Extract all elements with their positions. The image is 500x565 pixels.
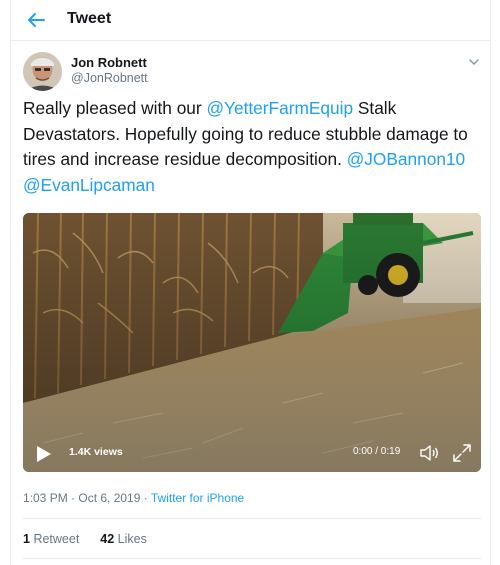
retweet-label: Retweet	[33, 532, 80, 546]
page-title: Tweet	[67, 10, 112, 27]
avatar[interactable]	[23, 52, 62, 91]
divider	[23, 558, 481, 559]
chevron-down-icon[interactable]	[467, 55, 481, 69]
likes-label: Likes	[117, 532, 147, 546]
page-header: Tweet	[11, 0, 490, 41]
retweet-stat[interactable]: 1 Retweet	[23, 532, 83, 546]
likes-count: 42	[100, 532, 115, 546]
view-count: 1.4K views	[69, 446, 123, 458]
divider	[23, 518, 481, 519]
video-frame	[23, 213, 481, 472]
tweet-meta: 1:03 PM · Oct 6, 2019 · Twitter for iPho…	[23, 491, 244, 505]
tweet-timestamp[interactable]: 1:03 PM · Oct 6, 2019	[23, 491, 140, 505]
video-player[interactable]: 1.4K views 0:00 / 0:19	[23, 213, 481, 472]
volume-icon[interactable]	[419, 442, 441, 464]
mention-link[interactable]: @YetterFarmEquip	[206, 98, 353, 118]
mention-link[interactable]: @JOBannon10	[347, 149, 465, 169]
play-icon[interactable]	[36, 445, 52, 463]
mention-link[interactable]: @EvanLipcaman	[23, 175, 155, 195]
back-arrow-icon[interactable]	[25, 9, 47, 31]
retweet-count: 1	[23, 532, 30, 546]
meta-separator: ·	[140, 491, 151, 505]
author-name[interactable]: Jon Robnett	[71, 55, 147, 70]
video-time: 0:00 / 0:19	[353, 446, 401, 457]
tweet-source-link[interactable]: Twitter for iPhone	[151, 491, 244, 505]
tweet-text-segment: Really pleased with our	[23, 98, 207, 118]
likes-stat[interactable]: 42 Likes	[100, 532, 147, 546]
author-handle[interactable]: @JonRobnett	[71, 71, 148, 85]
tweet-stats: 1 Retweet 42 Likes	[23, 532, 147, 546]
tweet-page: Tweet Jon Robnett @JonRobnett Really ple…	[10, 0, 491, 565]
fullscreen-icon[interactable]	[451, 442, 473, 464]
tweet-text: Really pleased with our @YetterFarmEquip…	[23, 96, 481, 198]
